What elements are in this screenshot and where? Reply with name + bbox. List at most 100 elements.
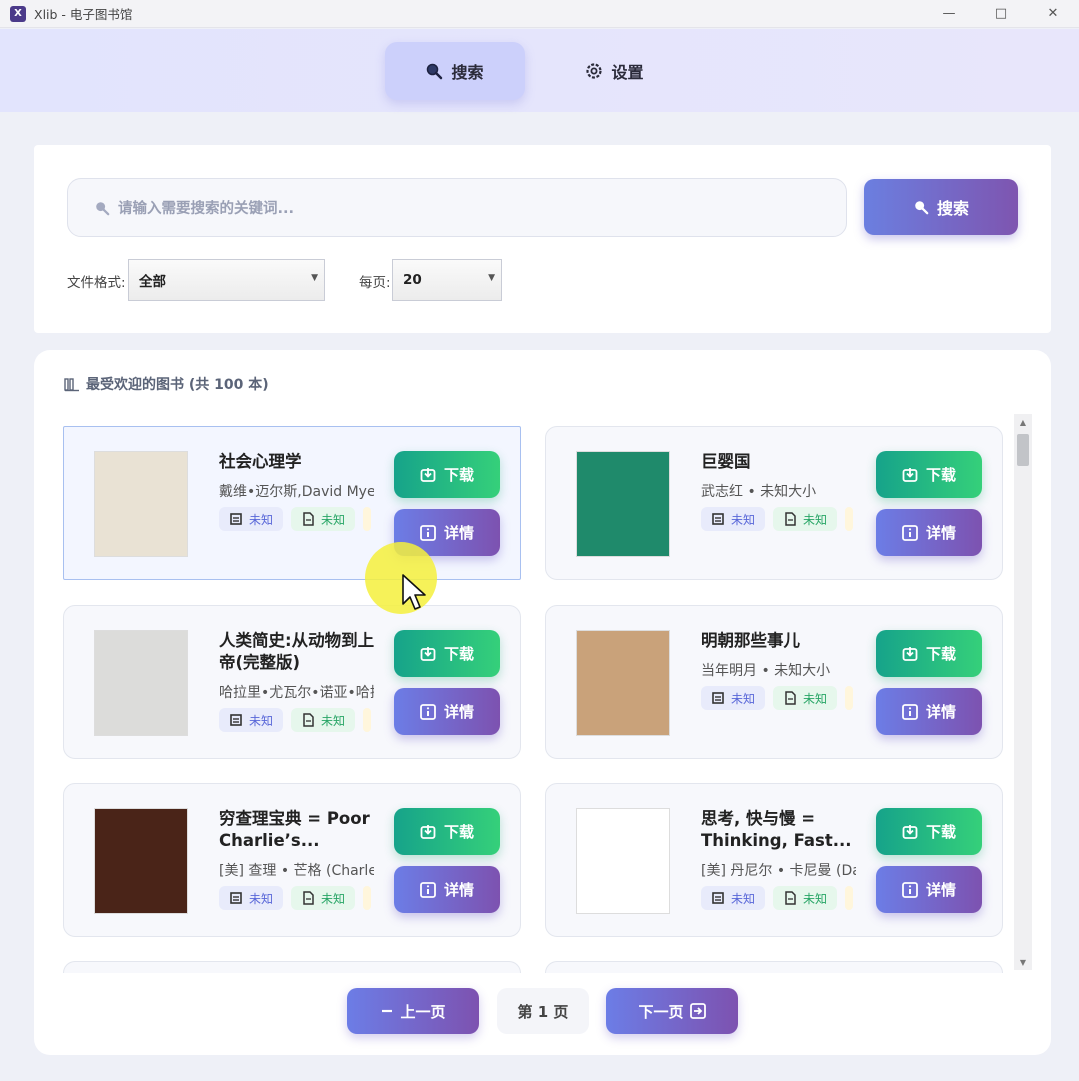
per-page-label: 每页: (359, 275, 391, 291)
download-button[interactable]: 下载 (876, 630, 982, 677)
tab-settings[interactable]: 设置 (565, 42, 665, 100)
book-cover (576, 630, 670, 736)
download-label: 下载 (925, 466, 956, 484)
extra-badge (363, 507, 372, 531)
info-icon (902, 881, 918, 898)
file-icon (712, 892, 724, 904)
details-label: 详情 (443, 524, 474, 542)
details-button[interactable]: 详情 (876, 509, 982, 556)
book-meta: 当年明月 • 未知大小 (701, 663, 831, 679)
size-badge-text: 未知 (803, 512, 828, 527)
format-select[interactable]: 全部 ▼ (128, 259, 325, 301)
next-page-label: 下一页 (638, 1002, 684, 1021)
book-card[interactable]: 社会心理学 戴维•迈尔斯,David Myers 未知 未知 下载 详情 (63, 426, 521, 580)
document-icon (303, 713, 314, 727)
top-nav: 搜索 设置 (0, 29, 1079, 112)
download-button[interactable]: 下载 (394, 808, 500, 855)
details-button[interactable]: 详情 (394, 688, 500, 735)
download-icon (902, 824, 918, 839)
download-icon (420, 824, 436, 839)
scroll-thumb[interactable] (1017, 434, 1029, 466)
books-icon (64, 378, 79, 392)
size-badge: 未知 (291, 507, 356, 531)
info-icon (902, 524, 918, 541)
size-badge-text: 未知 (321, 512, 346, 527)
book-cover (94, 808, 188, 914)
document-icon (303, 512, 314, 526)
format-badge-text: 未知 (731, 512, 756, 527)
book-card[interactable] (545, 961, 1003, 973)
format-label: 文件格式: (67, 275, 126, 291)
download-label: 下载 (443, 466, 474, 484)
format-badge: 未知 (701, 686, 766, 710)
book-badges: 未知 未知 (701, 507, 856, 531)
search-button[interactable]: 搜索 (864, 179, 1018, 235)
extra-badge (845, 507, 854, 531)
book-card[interactable]: 巨婴国 武志红 • 未知大小 未知 未知 下载 详情 (545, 426, 1003, 580)
scrollbar[interactable]: ▲ ▼ (1014, 414, 1032, 970)
file-icon (230, 892, 242, 904)
book-title: 巨婴国 (701, 452, 751, 471)
search-icon (96, 201, 110, 215)
book-title: 思考, 快与慢 = Thinking, Fast... (701, 809, 852, 850)
tab-search[interactable]: 搜索 (384, 41, 525, 100)
file-icon (712, 692, 724, 704)
book-meta: 戴维•迈尔斯,David Myers (219, 484, 374, 500)
book-card[interactable]: 穷查理宝典 = Poor Charlie’s... [美] 查理 • 芒格 (C… (63, 783, 521, 937)
download-button[interactable]: 下载 (394, 630, 500, 677)
book-meta: 哈拉里•尤瓦尔•诺亚•哈拉里 (219, 685, 374, 701)
close-icon[interactable]: ✕ (1027, 0, 1079, 28)
download-button[interactable]: 下载 (876, 808, 982, 855)
extra-badge (845, 886, 854, 910)
search-icon (915, 201, 929, 215)
scroll-up-icon[interactable]: ▲ (1014, 414, 1032, 430)
format-badge-text: 未知 (249, 891, 274, 906)
window-titlebar: X Xlib - 电子图书馆 — □ ✕ (0, 0, 1079, 28)
document-icon (303, 891, 314, 905)
search-panel: 请输入需要搜索的关键词... 搜索 文件格式: 全部 ▼ 每页: 20 ▼ (34, 145, 1051, 333)
details-button[interactable]: 详情 (876, 866, 982, 913)
size-badge: 未知 (773, 886, 838, 910)
details-label: 详情 (925, 703, 956, 721)
per-page-select-value: 20 (403, 272, 422, 288)
window-controls: — □ ✕ (923, 0, 1079, 28)
book-title: 明朝那些事儿 (701, 631, 800, 650)
prev-page-label: 上一页 (400, 1002, 446, 1021)
document-icon (785, 512, 796, 526)
search-input[interactable]: 请输入需要搜索的关键词... (67, 178, 847, 237)
book-card[interactable]: 思考, 快与慢 = Thinking, Fast... [美] 丹尼尔 • 卡尼… (545, 783, 1003, 937)
details-button[interactable]: 详情 (876, 688, 982, 735)
size-badge: 未知 (291, 708, 356, 732)
minimize-icon[interactable]: — (923, 0, 975, 28)
per-page-select[interactable]: 20 ▼ (392, 259, 502, 301)
size-badge-text: 未知 (321, 713, 346, 728)
book-meta: [美] 查理 • 芒格 (Charles) (219, 863, 374, 879)
document-icon (785, 691, 796, 705)
download-icon (902, 646, 918, 661)
details-button[interactable]: 详情 (394, 866, 500, 913)
book-badges: 未知 未知 (219, 507, 374, 531)
scroll-down-icon[interactable]: ▼ (1014, 954, 1032, 970)
details-label: 详情 (925, 881, 956, 899)
download-button[interactable]: 下载 (394, 451, 500, 498)
prev-page-button[interactable]: 上一页 (347, 988, 479, 1034)
details-label: 详情 (925, 524, 956, 542)
download-icon (420, 646, 436, 661)
download-button[interactable]: 下载 (876, 451, 982, 498)
format-badge: 未知 (219, 886, 284, 910)
download-label: 下载 (925, 823, 956, 841)
file-icon (712, 513, 724, 525)
mouse-cursor-icon (402, 574, 426, 610)
book-badges: 未知 未知 (219, 886, 374, 910)
download-label: 下载 (925, 645, 956, 663)
chevron-down-icon: ▼ (488, 273, 495, 283)
book-card[interactable] (63, 961, 521, 973)
arrow-left-icon (382, 1009, 393, 1013)
book-card[interactable]: 明朝那些事儿 当年明月 • 未知大小 未知 未知 下载 详情 (545, 605, 1003, 759)
size-badge: 未知 (291, 886, 356, 910)
results-panel: 最受欢迎的图书 (共 100 本) 社会心理学 戴维•迈尔斯,David Mye… (34, 350, 1051, 1055)
book-card[interactable]: 人类简史:从动物到上帝(完整版) 哈拉里•尤瓦尔•诺亚•哈拉里 未知 未知 下载… (63, 605, 521, 759)
format-badge: 未知 (219, 507, 284, 531)
next-page-button[interactable]: 下一页 (606, 988, 738, 1034)
maximize-icon[interactable]: □ (975, 0, 1027, 28)
